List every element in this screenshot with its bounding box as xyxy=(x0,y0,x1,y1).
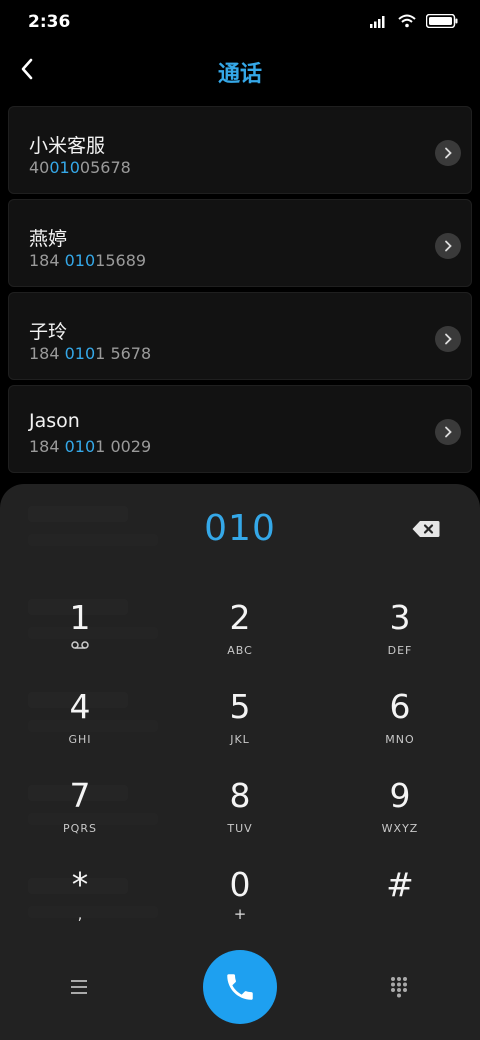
key-digit: 3 xyxy=(389,598,411,637)
dialpad-action-bar xyxy=(0,950,480,1040)
number-match: 010 xyxy=(64,251,96,270)
key-6[interactable]: 6 MNO xyxy=(320,677,480,766)
call-button[interactable] xyxy=(203,950,277,1024)
contact-name: 子玲 xyxy=(29,321,68,343)
menu-icon xyxy=(71,980,87,994)
keypad-row: 7 PQRS 8 TUV 9 WXYZ xyxy=(0,766,480,855)
key-1[interactable]: 1 xyxy=(0,588,160,677)
key-digit: 5 xyxy=(229,687,251,726)
chevron-right-icon xyxy=(445,240,452,252)
key-letters: PQRS xyxy=(63,822,97,835)
keypad-row: 1 2 ABC 3 DEF xyxy=(0,588,480,677)
page-title: 通话 xyxy=(217,62,262,87)
backspace-button[interactable] xyxy=(412,518,440,540)
contact-number: 184 01015689 xyxy=(29,251,146,270)
status-bar: 2:36 xyxy=(0,0,480,44)
key-digit: 1 xyxy=(69,598,91,637)
number-prefix: 184 xyxy=(29,437,65,456)
key-letters: ABC xyxy=(227,644,253,657)
contact-detail-button[interactable] xyxy=(435,326,461,352)
key-hash[interactable]: # xyxy=(320,855,480,944)
keypad: 1 2 ABC 3 DEF 4 GHI 5 JKL 6 MNO 7 PQRS 8… xyxy=(0,588,480,944)
number-prefix: 184 xyxy=(29,251,65,270)
contact-name: Jason xyxy=(29,410,80,432)
key-letters: GHI xyxy=(68,733,92,746)
number-match: 010 xyxy=(64,344,96,363)
key-letters: JKL xyxy=(230,733,250,746)
contact-name: 小米客服 xyxy=(29,135,106,157)
key-3[interactable]: 3 DEF xyxy=(320,588,480,677)
dialed-number: 010 xyxy=(204,508,276,549)
menu-button[interactable] xyxy=(66,974,92,1000)
contact-row[interactable]: 燕婷 184 01015689 xyxy=(8,199,472,287)
contact-number: 4001005678 xyxy=(29,158,131,177)
number-suffix: 1 5678 xyxy=(95,344,152,363)
key-9[interactable]: 9 WXYZ xyxy=(320,766,480,855)
number-match: 010 xyxy=(64,437,96,456)
header: 通话 xyxy=(0,44,480,96)
key-letters: WXYZ xyxy=(381,822,419,835)
key-digit: 0 xyxy=(229,865,251,904)
wifi-icon xyxy=(398,14,416,28)
dialpad-grid-icon xyxy=(391,977,407,998)
key-0[interactable]: 0 + xyxy=(160,855,320,944)
key-star[interactable]: * , xyxy=(0,855,160,944)
key-digit: 8 xyxy=(229,776,251,815)
contact-row[interactable]: 小米客服 4001005678 xyxy=(8,106,472,194)
contact-number: 184 0101 0029 xyxy=(29,437,151,456)
key-digit: # xyxy=(386,865,414,904)
backspace-icon xyxy=(412,521,440,537)
chevron-right-icon xyxy=(445,147,452,159)
key-digit: 7 xyxy=(69,776,91,815)
number-prefix: 40 xyxy=(29,158,50,177)
keypad-row: * , 0 + # xyxy=(0,855,480,944)
number-suffix: 15689 xyxy=(95,251,147,270)
key-7[interactable]: 7 PQRS xyxy=(0,766,160,855)
contact-row[interactable]: Jason 184 0101 0029 xyxy=(8,385,472,473)
number-suffix: 1 0029 xyxy=(95,437,152,456)
chevron-right-icon xyxy=(445,333,452,345)
key-2[interactable]: 2 ABC xyxy=(160,588,320,677)
key-letters: TUV xyxy=(227,822,253,835)
key-digit: 6 xyxy=(389,687,411,726)
signal-icon xyxy=(370,15,385,28)
key-digit: 9 xyxy=(389,776,411,815)
dialpad-toggle-button[interactable] xyxy=(386,974,412,1000)
key-symbol: , xyxy=(77,905,83,923)
number-match: 010 xyxy=(49,158,80,177)
contact-list: 小米客服 4001005678 燕婷 184 01015689 子玲 184 0… xyxy=(8,106,472,478)
number-prefix: 184 xyxy=(29,344,65,363)
call-screen: 2:36 通话 小米客服 4001005678 燕婷 184 01015689 … xyxy=(0,0,480,1040)
contact-detail-button[interactable] xyxy=(435,233,461,259)
key-8[interactable]: 8 TUV xyxy=(160,766,320,855)
contact-name: 燕婷 xyxy=(29,228,68,250)
phone-icon xyxy=(227,974,253,1000)
status-icons xyxy=(370,14,458,28)
key-symbol: + xyxy=(233,905,247,923)
status-time: 2:36 xyxy=(28,12,71,32)
contact-detail-button[interactable] xyxy=(435,140,461,166)
contact-detail-button[interactable] xyxy=(435,419,461,445)
number-suffix: 05678 xyxy=(79,158,131,177)
key-4[interactable]: 4 GHI xyxy=(0,677,160,766)
key-digit: * xyxy=(71,865,89,904)
chevron-right-icon xyxy=(445,426,452,438)
key-5[interactable]: 5 JKL xyxy=(160,677,320,766)
contact-row[interactable]: 子玲 184 0101 5678 xyxy=(8,292,472,380)
battery-icon xyxy=(426,14,458,28)
contact-number: 184 0101 5678 xyxy=(29,344,151,363)
voicemail-icon xyxy=(0,640,160,650)
key-digit: 2 xyxy=(229,598,251,637)
key-letters: DEF xyxy=(387,644,413,657)
keypad-row: 4 GHI 5 JKL 6 MNO xyxy=(0,677,480,766)
key-letters: MNO xyxy=(385,733,415,746)
key-digit: 4 xyxy=(69,687,91,726)
dialpad: 010 1 2 ABC 3 DEF 4 GHI 5 JKL 6 MNO 7 PQ… xyxy=(0,484,480,1040)
